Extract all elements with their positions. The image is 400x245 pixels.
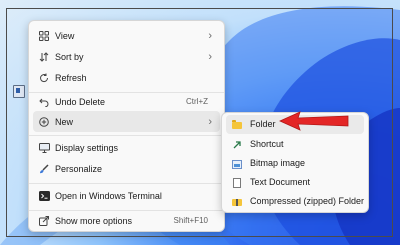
menu-item-view[interactable]: View › [33,25,220,46]
submenu-item-label: Compressed (zipped) Folder [250,196,365,206]
menu-item-personalize[interactable]: Personalize [33,158,220,179]
text-document-icon [231,177,243,189]
submenu-item-label: Text Document [250,177,311,187]
menu-item-label: Show more options [55,215,133,226]
brush-icon [38,163,50,175]
chevron-right-icon: › [208,50,212,63]
menu-item-label: Open in Windows Terminal [55,190,162,201]
submenu-item-compressed-folder[interactable]: Compressed (zipped) Folder [226,192,364,211]
menu-item-label: Display settings [55,142,119,153]
pointer-arrow-icon [279,111,349,131]
chevron-right-icon: › [208,29,212,42]
submenu-item-shortcut[interactable]: Shortcut [226,135,364,154]
plus-circle-icon [38,116,50,128]
menu-item-label: Personalize [55,163,103,174]
menu-item-display-settings[interactable]: Display settings [33,137,220,158]
bitmap-icon [231,158,243,170]
submenu-item-label: Bitmap image [250,158,306,168]
grid-view-icon [38,30,50,42]
chevron-right-icon: › [208,115,212,128]
shortcut-text: Ctrl+Z [186,97,208,106]
desktop-shortcut-icon[interactable] [13,85,25,98]
desktop-context-menu: View › Sort by › Refresh Undo Delete Ctr… [28,20,225,232]
menu-item-refresh[interactable]: Refresh [33,67,220,88]
submenu-item-label: Folder [250,119,276,129]
menu-item-open-terminal[interactable]: Open in Windows Terminal [33,185,220,206]
shortcut-icon [231,139,243,151]
shortcut-text: Shift+F10 [173,216,208,225]
display-icon [38,142,50,154]
refresh-icon [38,72,50,84]
menu-item-new[interactable]: New › [33,111,220,132]
menu-item-undo-delete[interactable]: Undo Delete Ctrl+Z [33,91,220,112]
submenu-item-text-document[interactable]: Text Document [226,173,364,192]
share-icon [38,215,50,227]
submenu-item-bitmap-image[interactable]: Bitmap image [226,154,364,173]
menu-separator [29,183,224,184]
menu-item-label: Sort by [55,51,84,62]
menu-item-label: Refresh [55,72,87,83]
menu-item-label: Undo Delete [55,96,106,107]
menu-item-sort-by[interactable]: Sort by › [33,46,220,67]
undo-icon [38,96,50,108]
menu-separator [29,135,224,136]
menu-item-label: View [55,30,75,41]
terminal-icon [38,190,50,202]
submenu-item-label: Shortcut [250,139,284,149]
zip-folder-icon [231,196,243,208]
menu-item-show-more-options[interactable]: Show more options Shift+F10 [33,210,220,231]
folder-icon [231,119,243,131]
sort-icon [38,51,50,63]
menu-item-label: New [55,116,74,127]
